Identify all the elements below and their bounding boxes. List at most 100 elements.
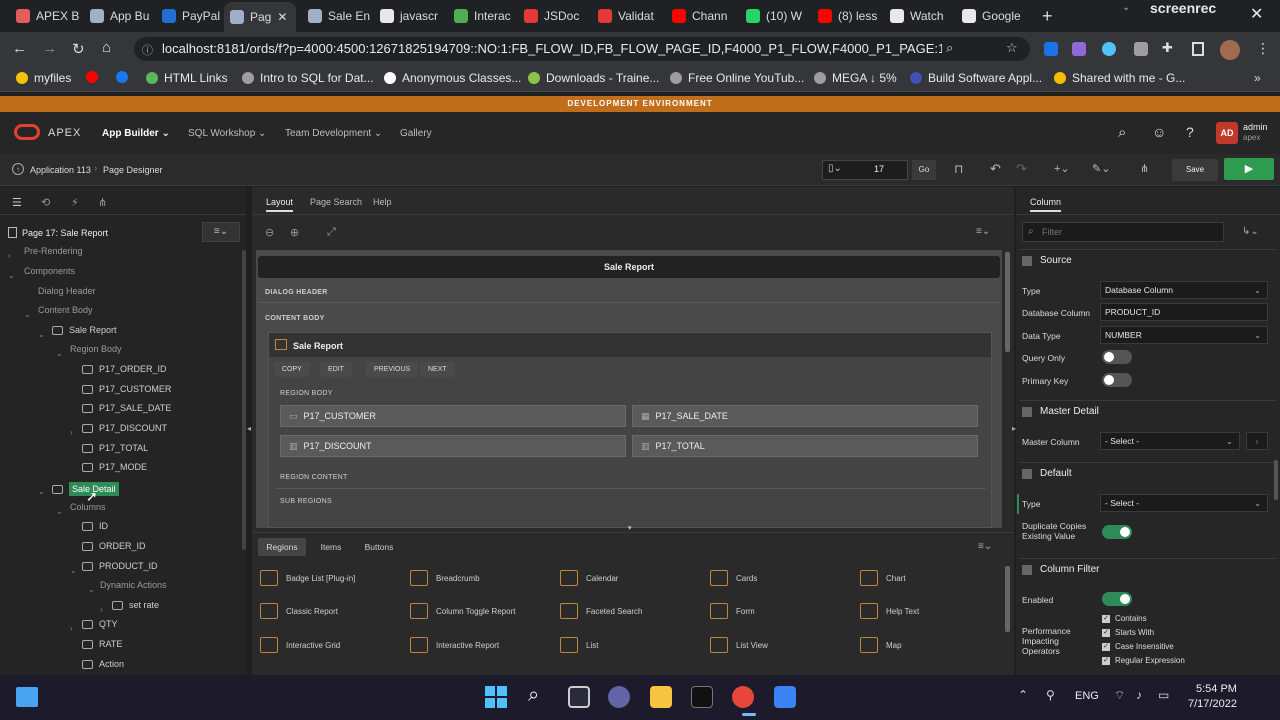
breadcrumb-application[interactable]: Application 113 — [30, 165, 91, 175]
tree-node[interactable]: P17_ORDER_ID — [82, 364, 167, 374]
content-body-label[interactable]: CONTENT BODY — [265, 315, 325, 322]
oracle-logo-icon[interactable] — [14, 124, 40, 140]
tree-node[interactable]: P17_DISCOUNT — [82, 423, 167, 433]
windows-start-icon[interactable] — [485, 686, 507, 708]
tree-node[interactable]: Sale Report — [52, 325, 117, 335]
wifi-icon[interactable]: ⌔ — [1114, 688, 1125, 703]
region-content-label[interactable]: REGION CONTENT — [280, 474, 348, 481]
tree-node[interactable]: P17_TOTAL — [82, 443, 148, 453]
lock-icon[interactable]: ⊓ — [954, 162, 963, 176]
extension-icon[interactable] — [1102, 42, 1116, 56]
gallery-scrollbar[interactable] — [1005, 566, 1010, 632]
chevron-down-icon[interactable]: ⌄ — [70, 566, 77, 575]
browser-tab[interactable]: (8) less — [818, 4, 884, 28]
chrome-icon[interactable] — [732, 686, 754, 708]
tree-node[interactable]: ORDER_ID — [82, 541, 146, 551]
tab-layout[interactable]: Layout — [266, 197, 294, 212]
tree-node[interactable]: Components — [24, 266, 75, 276]
extension-icon[interactable] — [1134, 42, 1148, 56]
section-default[interactable]: Default — [1020, 462, 1276, 484]
dialog-title[interactable]: Sale Report — [258, 256, 1000, 278]
operator-checkbox[interactable]: ✓ Starts With — [1102, 628, 1154, 637]
undo-icon[interactable]: ↶ — [990, 161, 1001, 177]
terminal-icon[interactable] — [691, 686, 713, 708]
browser-tab[interactable]: (10) W — [746, 4, 812, 28]
site-info-icon[interactable]: ⓘ — [142, 42, 153, 58]
bookmark-item[interactable]: Shared with me - G... — [1054, 71, 1185, 85]
chevron-right-icon[interactable]: › — [100, 605, 103, 614]
tree-menu-button[interactable]: ≡⌄ — [202, 222, 240, 242]
more-bookmarks-icon[interactable]: » — [1254, 71, 1261, 85]
gallery-tab-buttons[interactable]: Buttons — [356, 538, 402, 556]
gallery-item[interactable]: Calendar — [560, 570, 618, 586]
extension-icon[interactable] — [1072, 42, 1086, 56]
property-scrollbar[interactable] — [1274, 460, 1278, 500]
chevron-right-icon[interactable]: › — [70, 428, 73, 437]
browser-tab[interactable]: Watch — [890, 4, 956, 28]
collapse-icon[interactable] — [1022, 468, 1032, 479]
user-settings-icon[interactable]: ☺ — [1152, 124, 1166, 140]
section-column-filter[interactable]: Column Filter — [1020, 558, 1276, 580]
bookmark-item[interactable]: Build Software Appl... — [910, 71, 1042, 85]
prop-master-column-select[interactable]: - Select - ⌄ — [1100, 432, 1240, 450]
chevron-down-icon[interactable]: ⌄ — [8, 271, 15, 280]
dialog-header-label[interactable]: DIALOG HEADER — [265, 289, 328, 296]
processing-tab-icon[interactable]: ⟲ — [41, 196, 50, 209]
clock-time[interactable]: 5:54 PM — [1196, 683, 1237, 695]
menu-team-development[interactable]: Team Development ⌄ — [285, 128, 382, 139]
prop-database-column-input[interactable]: PRODUCT_ID — [1100, 303, 1268, 321]
gallery-item[interactable]: Form — [710, 603, 755, 619]
microphone-icon[interactable]: ⚲ — [1046, 688, 1055, 702]
gallery-item[interactable]: Help Text — [860, 603, 919, 619]
gallery-menu-icon[interactable]: ≡⌄ — [978, 541, 992, 552]
prop-default-type-select[interactable]: - Select - ⌄ — [1100, 494, 1268, 512]
dynamic-actions-tab-icon[interactable]: ⚡ — [71, 196, 79, 209]
browser-tab[interactable]: javascr — [380, 4, 446, 28]
gallery-tab-items[interactable]: Items — [312, 538, 350, 556]
browser-tab[interactable]: PayPal — [162, 4, 228, 28]
browser-tab[interactable]: JSDoc — [524, 4, 590, 28]
run-page-button[interactable]: ▶ — [1224, 158, 1274, 180]
file-explorer-icon[interactable] — [650, 686, 672, 708]
utilities-icon[interactable]: ✎⌄ — [1092, 162, 1110, 175]
tree-node[interactable]: Content Body — [38, 305, 93, 315]
collapse-left-icon[interactable]: ◂ — [247, 424, 251, 433]
column-filter-enabled-toggle[interactable] — [1102, 592, 1132, 606]
region-title[interactable]: Sale Report — [293, 341, 343, 351]
chevron-right-icon[interactable]: › — [70, 624, 73, 633]
gallery-item[interactable]: Map — [860, 637, 902, 653]
extensions-puzzle-icon[interactable]: ✚ — [1162, 40, 1173, 56]
operator-checkbox[interactable]: ✓ Contains — [1102, 614, 1147, 623]
tree-node[interactable]: PRODUCT_ID — [82, 561, 158, 571]
bookmark-item[interactable]: HTML Links — [146, 71, 228, 85]
layout-menu-icon[interactable]: ≡⌄ — [976, 226, 990, 237]
profile-avatar[interactable] — [1220, 40, 1240, 60]
task-view-icon[interactable] — [568, 686, 590, 708]
tree-node[interactable]: Pre-Rendering — [24, 246, 83, 256]
tree-node[interactable]: ID — [82, 521, 108, 531]
menu-sql-workshop[interactable]: SQL Workshop ⌄ — [188, 128, 266, 139]
section-source[interactable]: Source — [1020, 249, 1276, 271]
section-master-detail[interactable]: Master Detail — [1020, 400, 1276, 422]
new-tab-button[interactable]: + — [1042, 4, 1053, 28]
shared-components-tab-icon[interactable]: ⋔ — [98, 196, 107, 209]
browser-tab[interactable]: Sale En — [308, 4, 374, 28]
chevron-right-icon[interactable]: › — [8, 251, 11, 260]
tab-search-icon[interactable]: ⌄ — [1122, 2, 1130, 13]
browser-tab[interactable]: App Bu — [90, 4, 156, 28]
menu-app-builder[interactable]: App Builder ⌄ — [102, 128, 170, 139]
shared-components-icon[interactable]: ⋔ — [1140, 162, 1149, 175]
browser-tab[interactable]: Pag ✕ — [224, 2, 296, 32]
tab-column[interactable]: Column — [1030, 197, 1062, 212]
gallery-item[interactable]: Interactive Grid — [260, 637, 340, 653]
gallery-tab-regions[interactable]: Regions — [258, 538, 306, 556]
chevron-up-icon[interactable]: ⌃ — [1018, 688, 1028, 702]
gallery-item[interactable]: List — [560, 637, 598, 653]
tree-node[interactable]: P17_CUSTOMER — [82, 384, 171, 394]
zoom-out-icon[interactable]: ⊖ — [265, 226, 274, 239]
field-p17-sale-date[interactable]: ▦ P17_SALE_DATE — [632, 405, 978, 427]
tree-node[interactable]: Dialog Header — [38, 286, 96, 296]
clock-date[interactable]: 7/17/2022 — [1188, 698, 1237, 710]
rendering-tab-icon[interactable]: ☰ — [12, 196, 22, 209]
gallery-item[interactable]: Classic Report — [260, 603, 338, 619]
